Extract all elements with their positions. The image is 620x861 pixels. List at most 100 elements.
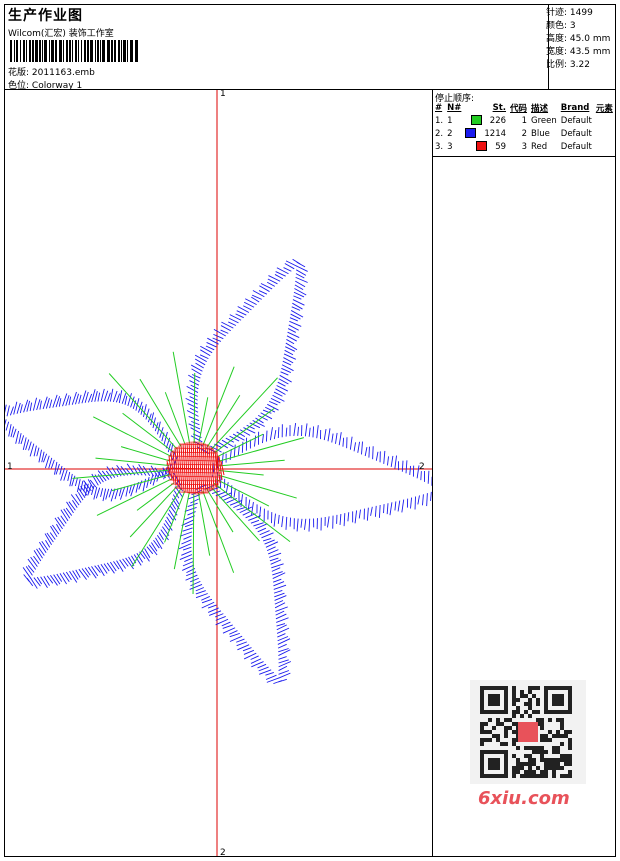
barcode-bar <box>42 40 43 62</box>
satin-stitch <box>282 516 283 527</box>
qr-module <box>556 766 560 770</box>
satin-stitch <box>229 318 238 323</box>
ray-stitch <box>174 493 189 570</box>
row-element <box>594 114 615 127</box>
satin-stitch <box>411 498 412 509</box>
qr-module <box>532 694 536 698</box>
satin-stitch <box>291 310 303 317</box>
satin-stitch <box>196 591 206 594</box>
qr-module <box>488 738 492 742</box>
qr-module <box>504 730 508 734</box>
satin-stitch <box>277 634 285 638</box>
row-stitches: 1214 <box>463 127 508 140</box>
satin-stitch <box>344 513 345 526</box>
qr-module <box>508 726 512 730</box>
satin-stitch <box>39 542 46 553</box>
satin-stitch <box>369 447 370 458</box>
satin-stitch <box>267 282 275 286</box>
qr-module <box>516 706 520 710</box>
satin-stitch <box>373 446 374 459</box>
satin-stitch <box>106 489 109 500</box>
qr-module <box>528 754 532 758</box>
qr-module <box>544 758 548 762</box>
qr-module <box>556 730 560 734</box>
qr-module <box>532 762 536 766</box>
stat-scale: 比例: 3.22 <box>546 57 590 70</box>
row-description: Red <box>529 140 559 153</box>
qr-module <box>556 718 560 722</box>
satin-stitch <box>206 346 214 350</box>
satin-stitch <box>296 277 308 282</box>
satin-stitch <box>223 497 231 501</box>
satin-stitch <box>147 477 150 488</box>
satin-stitch <box>33 398 36 411</box>
satin-stitch <box>244 650 254 654</box>
qr-module <box>512 774 516 778</box>
qr-module <box>548 766 552 770</box>
satin-stitch <box>234 445 235 458</box>
petal <box>23 464 183 589</box>
qr-module <box>496 738 500 742</box>
side-divider <box>433 156 615 157</box>
row-element <box>594 140 615 153</box>
qr-module <box>560 758 564 762</box>
qr-module <box>520 762 524 766</box>
qr-module <box>568 738 572 742</box>
col-brand: Brand <box>559 101 594 114</box>
barcode-bar <box>102 40 105 62</box>
qr-module <box>512 690 516 694</box>
satin-stitch <box>5 419 6 429</box>
ray-stitch <box>214 408 274 453</box>
qr-module <box>552 770 556 774</box>
satin-stitch <box>13 429 16 438</box>
satin-stitch <box>61 510 68 521</box>
qr-module <box>524 770 528 774</box>
satin-stitch <box>107 467 115 478</box>
qr-module <box>496 734 500 738</box>
satin-stitch <box>134 555 141 566</box>
qr-module <box>568 754 572 758</box>
satin-stitch <box>82 568 89 577</box>
qr-module <box>556 734 560 738</box>
satin-stitch <box>269 553 281 557</box>
barcode-bar <box>111 40 113 62</box>
qr-finder-core <box>552 694 564 706</box>
qr-module <box>564 734 568 738</box>
qr-module <box>560 734 564 738</box>
satin-stitch <box>110 389 112 402</box>
satin-stitch <box>183 562 193 566</box>
ray-stitch <box>173 352 189 444</box>
stat-stitches: 针迹: 1499 <box>546 5 593 18</box>
satin-stitch <box>37 399 40 410</box>
axis-label-bottom: 2 <box>220 848 226 858</box>
qr-module <box>540 722 544 726</box>
satin-stitch <box>49 458 52 468</box>
satin-stitch <box>317 425 319 438</box>
satin-stitch <box>391 456 393 467</box>
qr-module <box>524 746 528 750</box>
qr-module <box>564 762 568 766</box>
satin-stitch <box>266 675 276 679</box>
qr-module <box>560 722 564 726</box>
qr-module <box>544 774 548 778</box>
barcode-bar <box>127 40 128 62</box>
qr-module <box>516 710 520 714</box>
qr-module <box>556 746 560 750</box>
col-needle: N# <box>445 101 463 114</box>
satin-stitch <box>221 330 229 333</box>
satin-stitch <box>421 471 422 480</box>
qr-module <box>524 710 528 714</box>
qr-module <box>532 746 536 750</box>
satin-stitch <box>14 402 17 415</box>
qr-module <box>512 766 516 770</box>
qr-module <box>544 770 548 774</box>
satin-stitch <box>58 517 65 526</box>
satin-stitch <box>64 470 67 481</box>
satin-stitch <box>190 578 199 582</box>
satin-stitch <box>427 493 428 506</box>
qr-module <box>532 758 536 762</box>
qr-module <box>484 722 488 726</box>
qr-module <box>528 706 532 710</box>
qr-module <box>528 746 532 750</box>
col-element: 元素 <box>594 101 615 114</box>
